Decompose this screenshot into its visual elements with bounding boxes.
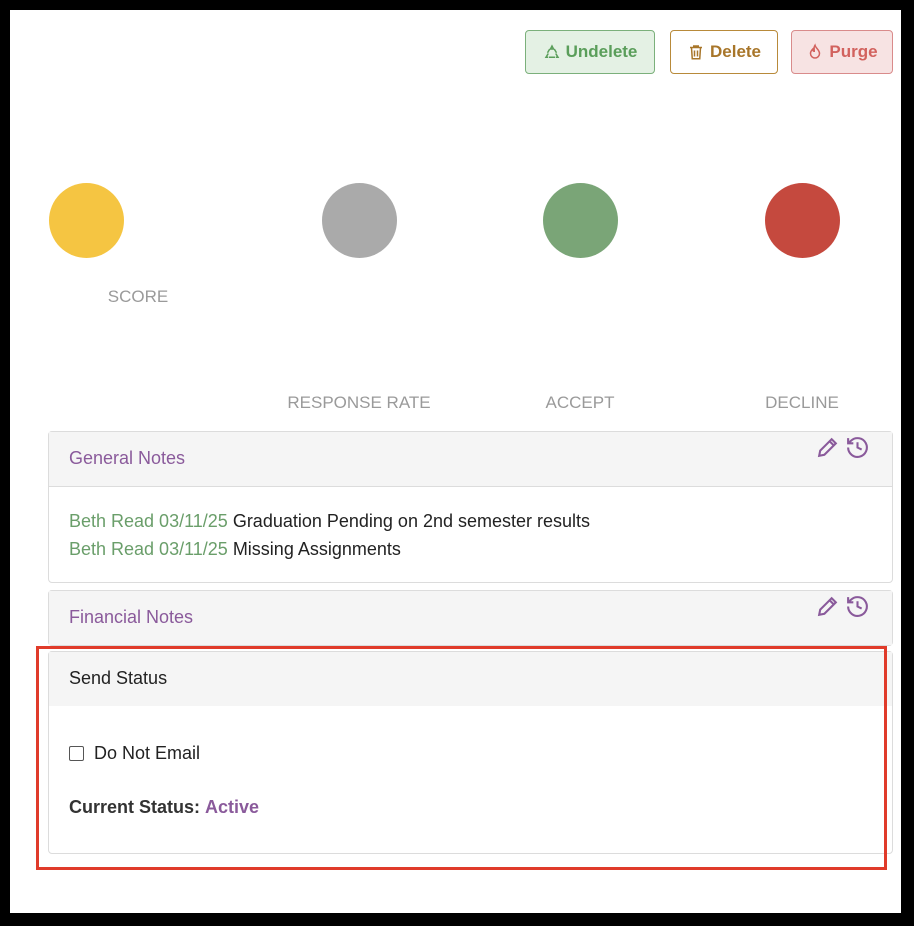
undelete-label: Undelete — [565, 42, 638, 61]
general-notes-body: Beth Read 03/11/25 Graduation Pending on… — [49, 486, 892, 583]
note-author: Beth Read 03/11/25 — [69, 511, 228, 531]
trash-icon — [689, 45, 702, 60]
note-text: Missing Assignments — [232, 539, 401, 559]
purge-button[interactable]: Purge — [791, 30, 893, 74]
purge-label: Purge — [829, 42, 878, 61]
do-not-email-checkbox[interactable] — [69, 746, 84, 761]
note-item: Beth Read 03/11/25 Graduation Pending on… — [69, 507, 872, 535]
page: Undelete Delete Purge SCORE RESPONSE RAT… — [10, 10, 901, 913]
accept-label: ACCEPT — [545, 393, 615, 412]
do-not-email-label: Do Not Email — [94, 743, 201, 763]
score-label: SCORE — [107, 287, 169, 306]
delete-button[interactable]: Delete — [670, 30, 778, 74]
response-rate-label: RESPONSE RATE — [287, 393, 431, 412]
recycle-icon — [544, 44, 559, 58]
send-status-panel: Send Status Do Not Email Current Status:… — [48, 651, 893, 854]
undelete-button[interactable]: Undelete — [525, 30, 655, 74]
general-notes-panel: General Notes Beth Read 03/11/25 Graduat… — [48, 431, 893, 583]
current-status: Current Status: Active — [69, 797, 259, 818]
financial-notes-title: Financial Notes — [69, 607, 194, 627]
score-indicator — [49, 183, 124, 258]
fire-icon — [810, 43, 821, 59]
current-status-value: Active — [205, 797, 260, 817]
financial-notes-panel: Financial Notes — [48, 590, 893, 646]
accept-indicator — [543, 183, 618, 258]
decline-label: DECLINE — [765, 393, 839, 412]
history-icon[interactable] — [845, 594, 870, 619]
pencil-icon[interactable] — [815, 435, 840, 460]
financial-notes-header: Financial Notes — [49, 591, 892, 645]
note-item: Beth Read 03/11/25 Missing Assignments — [69, 535, 872, 563]
general-notes-title: General Notes — [69, 448, 186, 468]
send-status-title: Send Status — [69, 668, 168, 688]
do-not-email-row[interactable]: Do Not Email — [69, 743, 200, 764]
pencil-icon[interactable] — [815, 594, 840, 619]
current-status-label: Current Status: — [69, 797, 201, 817]
response-rate-indicator — [322, 183, 397, 258]
delete-label: Delete — [709, 42, 762, 61]
decline-indicator — [765, 183, 840, 258]
general-notes-header: General Notes — [49, 432, 892, 486]
note-author: Beth Read 03/11/25 — [69, 539, 228, 559]
note-text: Graduation Pending on 2nd semester resul… — [232, 511, 591, 531]
send-status-header: Send Status — [49, 652, 892, 706]
history-icon[interactable] — [845, 435, 870, 460]
